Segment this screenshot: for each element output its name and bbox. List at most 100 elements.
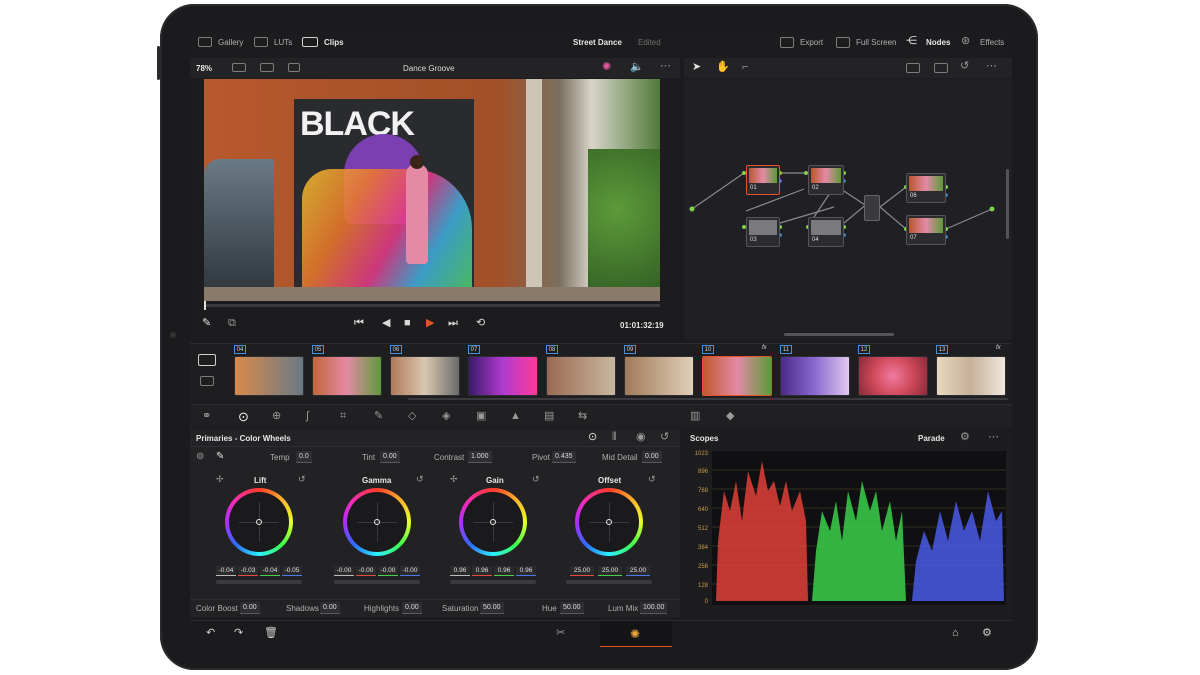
luts-tab[interactable]: LUTs [274,38,292,47]
zoom-level[interactable]: 78% [196,64,212,73]
gamma-wheel-handle[interactable] [374,519,380,525]
offset-reset-icon[interactable]: ↺ [648,475,656,484]
window-icon[interactable]: ◇ [408,411,416,422]
key-icon[interactable]: ▤ [544,411,554,422]
offset-master-slider[interactable] [566,580,652,584]
redo-icon[interactable]: ↷ [234,628,243,639]
node-03[interactable]: 03 [746,217,780,247]
qualifier-icon[interactable]: ✎ [374,411,383,422]
blur-icon[interactable]: ▲ [510,411,521,422]
clip-thumb[interactable] [468,356,538,396]
log-mode-icon[interactable]: ◉ [636,432,646,443]
gallery-tab[interactable]: Gallery [218,38,243,47]
scope-more-icon[interactable]: ⋯ [988,432,999,443]
fullscreen-button[interactable]: Full Screen [856,38,896,47]
split-view-icon[interactable] [260,63,274,72]
tint-value[interactable]: 0.00 [380,451,400,463]
effects-tab[interactable]: Effects [980,38,1004,47]
gamma-master-slider[interactable] [334,580,420,584]
node-02[interactable]: 02 [808,165,844,195]
play-reverse-icon[interactable]: ◀ [382,318,390,329]
node-04[interactable]: 04 [808,217,844,247]
single-view-icon[interactable] [232,63,246,72]
shadows-value[interactable]: 0.00 [320,602,340,614]
lightbox-icon[interactable]: ◆ [726,411,734,422]
gamma-reset-icon[interactable]: ↺ [416,475,424,484]
timeline-scroll[interactable] [408,398,1008,400]
camera-raw-icon[interactable]: ⚭ [202,411,211,422]
node-07[interactable]: 07 [906,215,946,245]
gain-g-value[interactable]: 0.96 [494,566,514,576]
gamma-r-value[interactable]: -0.00 [356,566,376,576]
gamma-b-value[interactable]: -0.00 [400,566,420,576]
wheels-mode-icon[interactable]: ⊙ [588,432,597,443]
playhead-scrubber[interactable] [204,301,660,310]
auto-balance-icon[interactable]: ⊚ [196,452,204,462]
loop-icon[interactable]: ⟲ [476,318,485,329]
lift-wheel[interactable] [225,488,293,556]
color-boost-value[interactable]: 0.00 [240,602,260,614]
skip-back-icon[interactable]: ⏮ [354,318,364,329]
contrast-value[interactable]: 1.000 [468,451,492,463]
pointer-icon[interactable]: ➤ [692,62,701,73]
lift-wheel-handle[interactable] [256,519,262,525]
node-scrollbar-v[interactable] [1006,169,1009,239]
eyedropper-icon[interactable]: ✎ [202,318,211,329]
clip-thumb[interactable] [624,356,694,396]
gain-picker-icon[interactable]: ✢ [450,475,458,484]
undo-icon[interactable]: ↶ [206,628,215,639]
highlights-value[interactable]: 0.00 [402,602,422,614]
skip-forward-icon[interactable]: ⏭ [448,318,458,329]
clip-thumb[interactable] [936,356,1006,396]
sizing-icon[interactable]: ⇆ [578,411,587,422]
more-icon[interactable]: ⋯ [660,61,671,72]
offset-wheel[interactable] [575,488,643,556]
node-01[interactable]: 01 [746,165,780,195]
lum-mix-value[interactable]: 100.00 [640,602,668,614]
timeline-tracks-icon[interactable] [200,376,214,386]
color-wheel-icon[interactable]: ✺ [602,62,611,73]
lift-y-value[interactable]: -0.04 [216,566,236,576]
hue-value[interactable]: 50.00 [560,602,584,614]
gain-master-slider[interactable] [450,580,536,584]
layers-icon[interactable]: ⧉ [228,318,236,329]
playhead[interactable] [204,301,206,310]
lift-picker-icon[interactable]: ✢ [216,475,224,484]
hand-icon[interactable]: ✋ [716,62,730,73]
export-button[interactable]: Export [800,38,823,47]
gain-y-value[interactable]: 0.96 [450,566,470,576]
scope-mode-select[interactable]: Parade [918,434,945,443]
offset-r-value[interactable]: 25.00 [570,566,594,576]
bars-mode-icon[interactable]: ⫴ [612,432,617,443]
reset-all-icon[interactable]: ↺ [660,432,669,443]
clip-thumb[interactable] [390,356,460,396]
lift-r-value[interactable]: -0.03 [238,566,258,576]
saturation-value[interactable]: 50.00 [480,602,504,614]
lift-master-slider[interactable] [216,580,302,584]
gamma-g-value[interactable]: -0.00 [378,566,398,576]
node-more-icon[interactable]: ⋯ [986,61,997,72]
delete-icon[interactable]: 🗑 [264,628,278,639]
pivot-value[interactable]: 0.435 [552,451,576,463]
gain-r-value[interactable]: 0.96 [472,566,492,576]
gain-wheel-handle[interactable] [490,519,496,525]
gain-b-value[interactable]: 0.96 [516,566,536,576]
clip-name[interactable]: Dance Groove [403,64,455,73]
scopes-tool-icon[interactable]: ▥ [690,411,700,422]
node-graph[interactable]: 01 02 03 04 06 07 [684,79,1012,339]
magic-mask-icon[interactable]: ▣ [476,411,486,422]
node-06[interactable]: 06 [906,173,946,203]
lift-b-value[interactable]: -0.05 [282,566,302,576]
gain-wheel[interactable] [459,488,527,556]
play-icon[interactable]: ▶ [426,318,434,329]
clip-thumb-selected[interactable] [702,356,772,396]
curves-icon[interactable]: ∫ [306,411,309,422]
clips-tab[interactable]: Clips [324,38,344,47]
color-warper-icon[interactable]: ⌗ [340,411,346,422]
clip-thumb[interactable] [234,356,304,396]
clip-thumb[interactable] [858,356,928,396]
wipe-view-icon[interactable] [288,63,300,72]
node-list-icon[interactable] [934,63,948,73]
clip-thumb[interactable] [780,356,850,396]
reset-icon[interactable]: ↺ [960,61,969,72]
